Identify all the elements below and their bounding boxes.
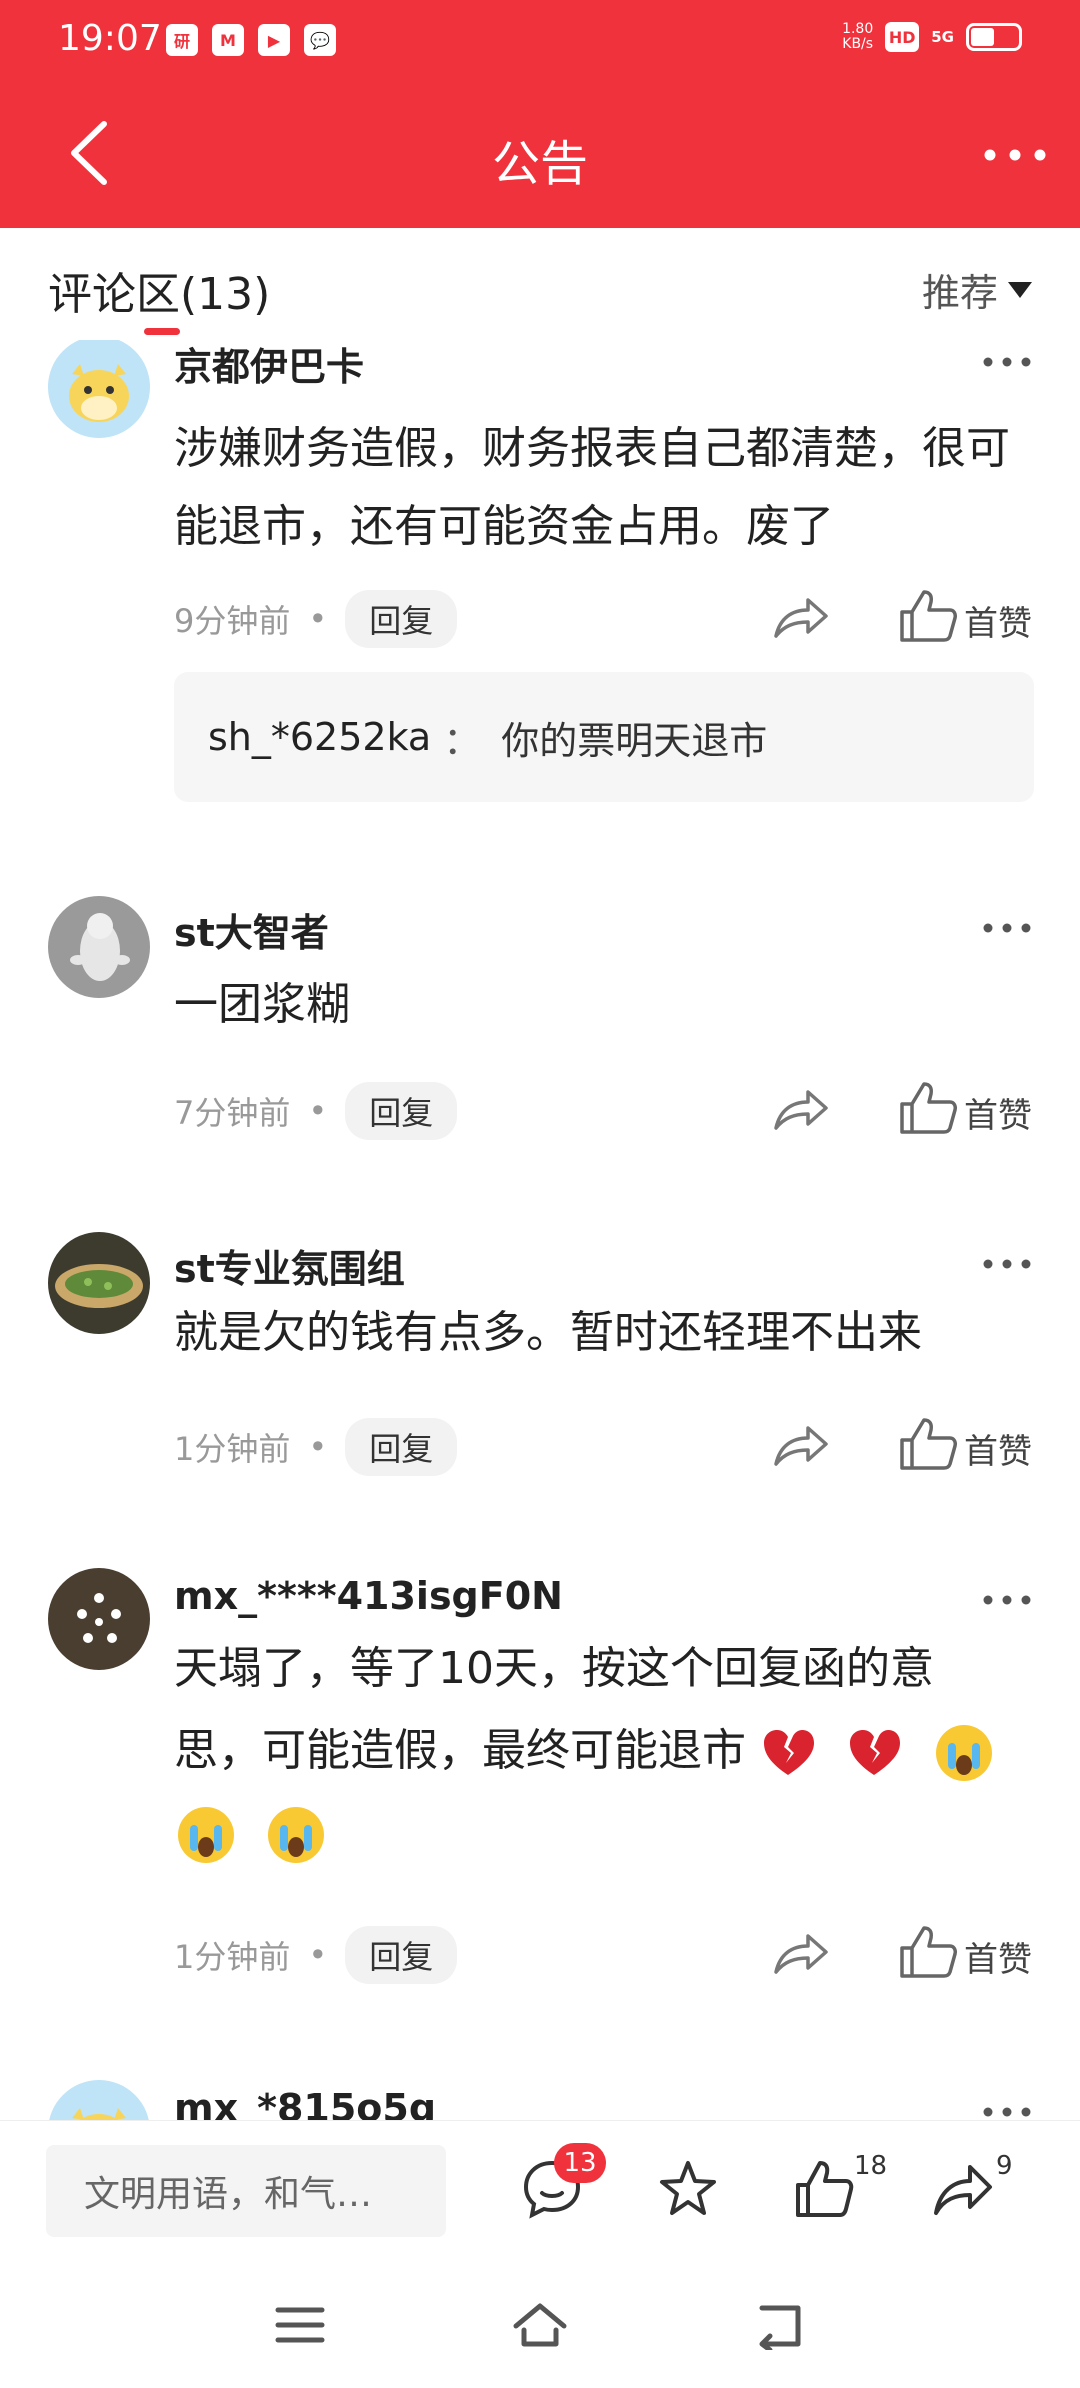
crying-face-emoji-icon [268, 1807, 324, 1863]
comment-text: 涉嫌财务造假，财务报表自己都清楚，很可能退市，还有可能资金占用。废了 [174, 423, 1010, 552]
battery-icon [966, 23, 1022, 51]
broken-heart-emoji-icon [850, 1730, 900, 1775]
reply-button[interactable]: 回复 [345, 1082, 458, 1140]
sort-label: 推荐 [921, 271, 998, 315]
meta-separator: • [308, 1092, 328, 1130]
system-nav-bar [0, 2260, 1080, 2388]
comment-text: 天塌了，等了10天，按这个回复函的意 思，可能造假，最终可能退市 [174, 1630, 1034, 1872]
comment-time: 1分钟前 [174, 1430, 291, 1468]
broken-heart-emoji-icon [764, 1730, 814, 1775]
comment-more-icon[interactable] [982, 352, 1032, 372]
comment-username[interactable]: st专业氛围组 [174, 1238, 405, 1293]
avatar[interactable] [48, 1568, 150, 1670]
hd-icon: HD [885, 22, 920, 52]
share-icon[interactable] [770, 1928, 830, 1978]
comment-count-badge: 13 [554, 2143, 606, 2183]
app-notification-icon: 研 [166, 24, 198, 56]
comment-username[interactable]: 京都伊巴卡 [174, 340, 364, 391]
like-icon[interactable] [898, 1416, 958, 1472]
comment-text: 就是欠的钱有点多。暂时还轻理不出来 [174, 1307, 922, 1358]
app-notification-icon: ▶ [258, 24, 290, 56]
meta-separator: • [308, 1428, 328, 1466]
thumbs-up-icon[interactable] [792, 2157, 856, 2221]
like-icon[interactable] [898, 588, 958, 644]
network-speed: 1.80 KB/s [842, 21, 874, 52]
like-icon[interactable] [898, 1080, 958, 1136]
like-label[interactable]: 首赞 [964, 1424, 1032, 1473]
share-icon[interactable] [770, 1420, 830, 1470]
comment-meta: 1分钟前 • 回复 [174, 1926, 458, 1984]
avatar[interactable] [48, 2080, 150, 2120]
comment-username[interactable]: mx_*815o5g [174, 2086, 436, 2120]
share-icon[interactable] [770, 592, 830, 642]
comment-more-icon[interactable] [982, 1254, 1032, 1274]
bottom-action-bar: 文明用语，和气… 13 18 9 [0, 2120, 1080, 2260]
sort-dropdown[interactable]: 推荐 [922, 262, 1032, 317]
home-icon[interactable] [510, 2300, 570, 2350]
share-icon[interactable] [770, 1084, 830, 1134]
status-bar: 19:07 研 M ▶ 💬 1.80 KB/s HD 5G [0, 0, 1080, 84]
like-label[interactable]: 首赞 [964, 596, 1032, 645]
comment-username[interactable]: st大智者 [174, 902, 329, 957]
comment-text: 一团浆糊 [174, 979, 350, 1030]
like-label[interactable]: 首赞 [964, 1932, 1032, 1981]
battery-level [971, 28, 994, 46]
like-label[interactable]: 首赞 [964, 1088, 1032, 1137]
share-arrow-icon[interactable] [930, 2157, 994, 2221]
status-app-icons: 研 M ▶ 💬 [166, 24, 336, 56]
menu-icon[interactable] [270, 2300, 330, 2350]
sub-reply-separator: ： [443, 718, 482, 763]
reply-button[interactable]: 回复 [345, 1418, 458, 1476]
comment-emoji-line [174, 1794, 1034, 1872]
comment-time: 7分钟前 [174, 1094, 291, 1132]
comment-list[interactable]: 京都伊巴卡 涉嫌财务造假，财务报表自己都清楚，很可能退市，还有可能资金占用。废了… [0, 340, 1080, 2120]
back-nav-icon[interactable] [750, 2300, 810, 2350]
section-title-underline [144, 328, 180, 335]
avatar[interactable] [48, 896, 150, 998]
comments-section-title: 评论区(13) [48, 269, 271, 320]
app-notification-icon: 💬 [304, 24, 336, 56]
signal-icon: 5G [931, 28, 954, 46]
crying-face-emoji-icon [936, 1725, 992, 1781]
reply-button[interactable]: 回复 [345, 1926, 458, 1984]
comment-username[interactable]: mx_****413isgF0N [174, 1574, 563, 1618]
comment-input[interactable]: 文明用语，和气… [46, 2145, 446, 2237]
comment-text-fragment: 思，可能造假，最终可能退市 [174, 1725, 746, 1776]
comment-more-icon[interactable] [982, 1590, 1032, 1610]
meta-separator: • [308, 600, 328, 638]
like-icon[interactable] [898, 1924, 958, 1980]
meta-separator: • [308, 1936, 328, 1974]
app-header: 19:07 研 M ▶ 💬 1.80 KB/s HD 5G 公告 [0, 0, 1080, 228]
comment-meta: 7分钟前 • 回复 [174, 1082, 458, 1140]
comment-more-icon[interactable] [982, 2102, 1032, 2120]
reply-button[interactable]: 回复 [345, 590, 458, 648]
comment-meta: 9分钟前 • 回复 [174, 590, 458, 648]
avatar[interactable] [48, 1232, 150, 1334]
page-title: 公告 [491, 136, 588, 192]
sub-reply-username[interactable]: sh_*6252ka [208, 715, 431, 759]
comment-meta: 1分钟前 • 回复 [174, 1418, 458, 1476]
status-time: 19:07 [58, 18, 162, 59]
sub-reply[interactable]: sh_*6252ka ： 你的票明天退市 [174, 672, 1034, 802]
star-icon[interactable] [656, 2157, 720, 2221]
comment-time: 9分钟前 [174, 602, 291, 640]
avatar[interactable] [48, 340, 150, 438]
share-count: 9 [996, 2151, 1013, 2181]
comment-time: 1分钟前 [174, 1938, 291, 1976]
status-right-group: 1.80 KB/s HD 5G [842, 22, 1022, 52]
app-notification-icon: M [212, 24, 244, 56]
dropdown-triangle-icon [1008, 281, 1032, 298]
sub-reply-text: 你的票明天退市 [501, 718, 768, 763]
comment-text-line: 天塌了，等了10天，按这个回复函的意 [174, 1643, 934, 1694]
crying-face-emoji-icon [178, 1807, 234, 1863]
more-menu-icon[interactable] [980, 130, 1050, 180]
comment-more-icon[interactable] [982, 918, 1032, 938]
like-count: 18 [854, 2151, 888, 2181]
comment-text-line: 思，可能造假，最终可能退市 [174, 1712, 1034, 1790]
